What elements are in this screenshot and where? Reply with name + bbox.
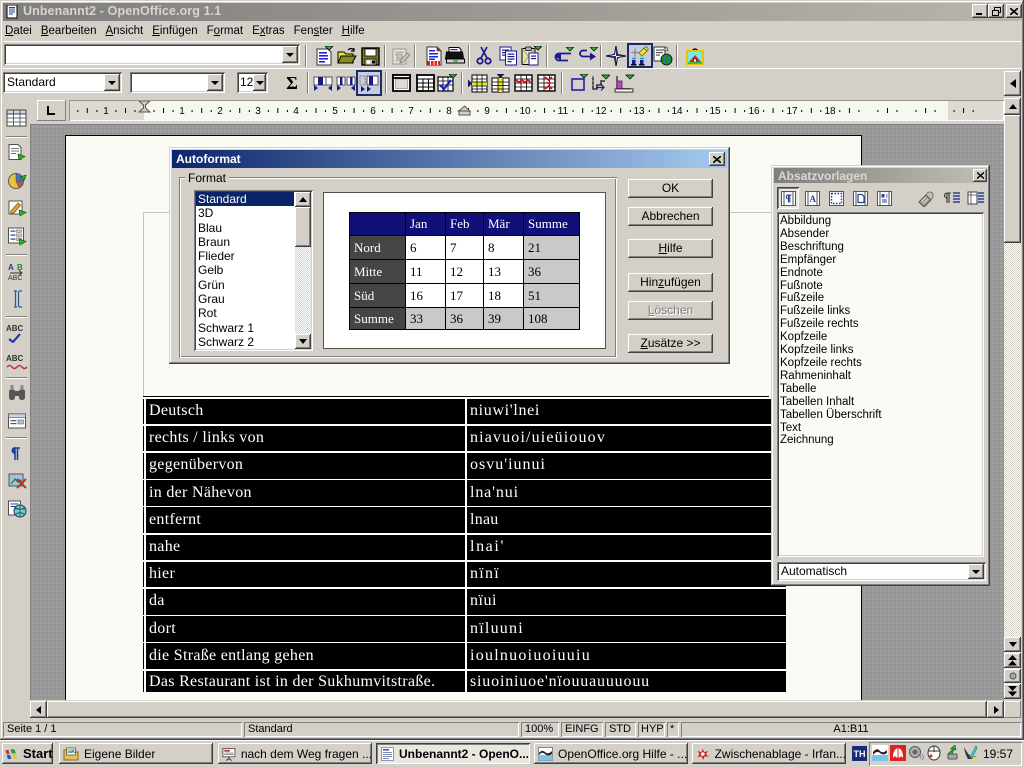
svg-text:A: A [809,194,816,204]
svg-text:ABC: ABC [6,324,24,333]
svg-text:A: A [8,263,14,272]
svg-text:ABC: ABC [8,275,22,281]
svg-text:ABC: ABC [6,354,24,363]
svg-text:B: B [17,263,23,272]
